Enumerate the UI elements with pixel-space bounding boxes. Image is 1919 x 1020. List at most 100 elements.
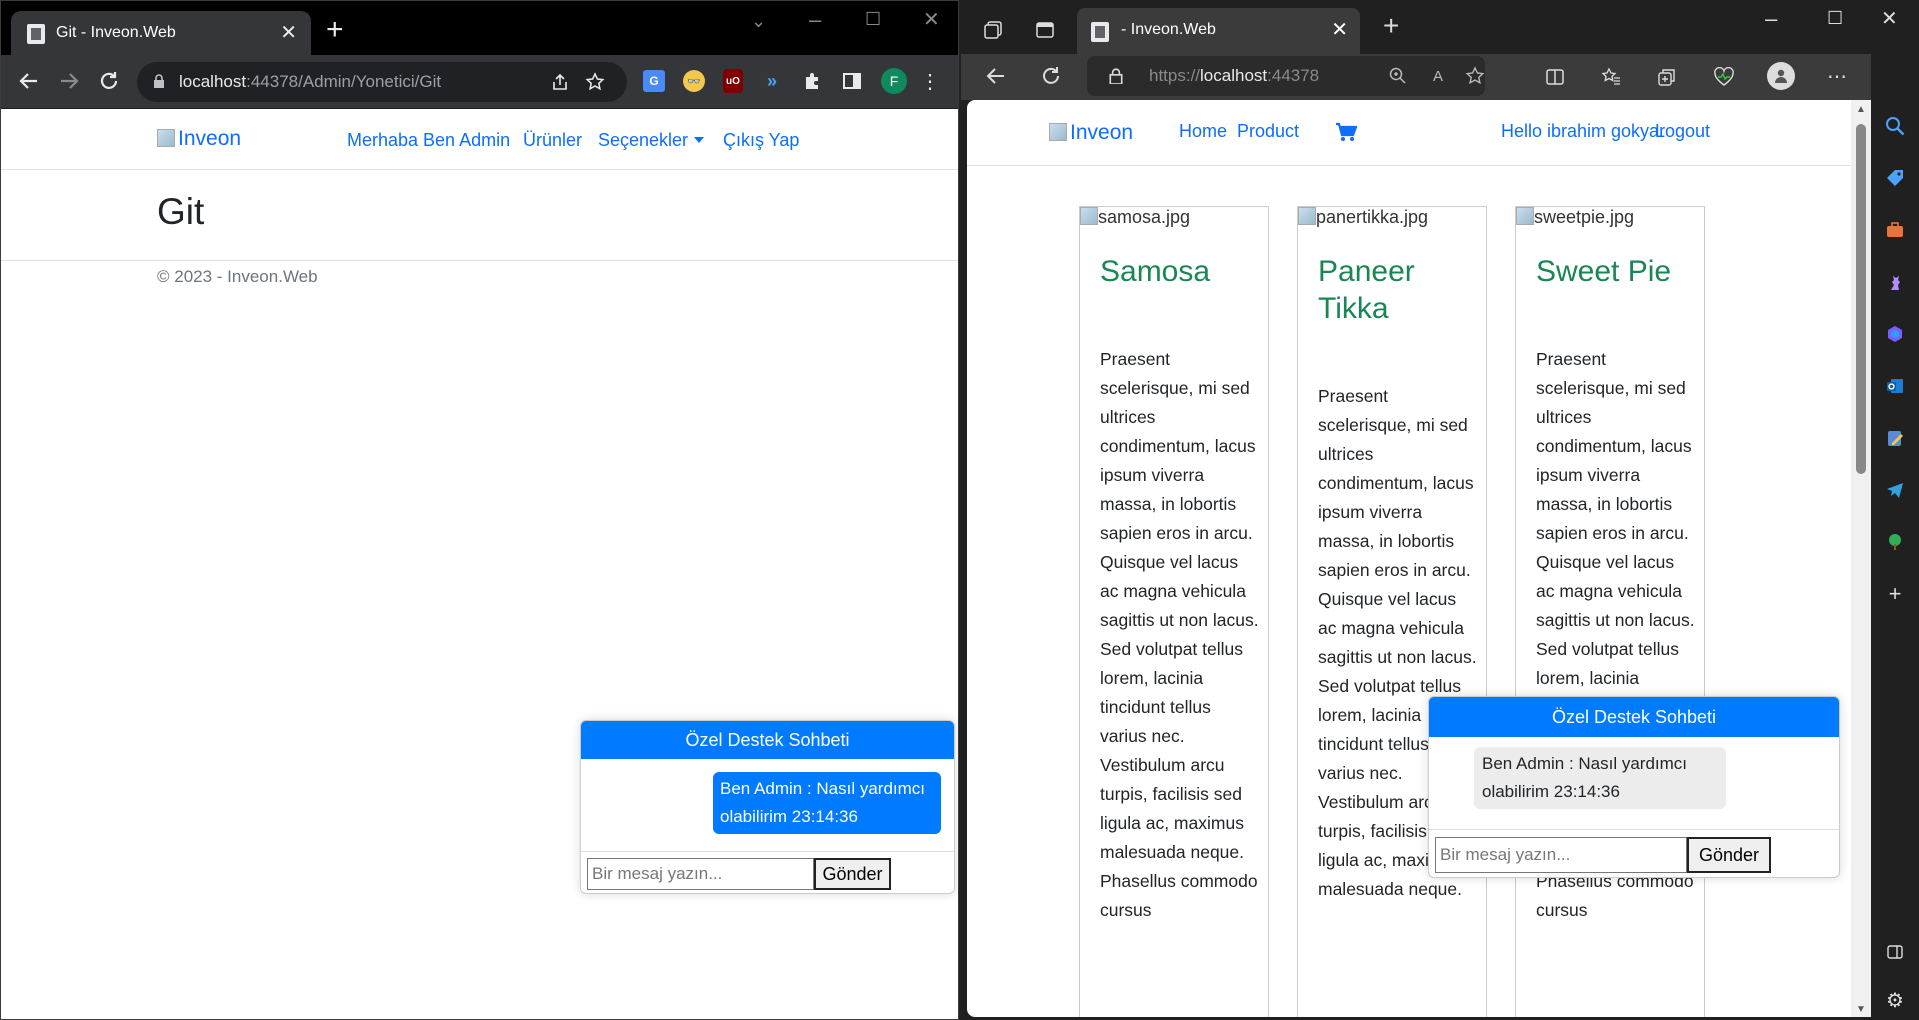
nav-home[interactable]: Home	[1179, 121, 1227, 142]
sidebar-settings-gear-icon[interactable]: ⚙	[1883, 988, 1907, 1012]
games-chess-icon[interactable]	[1883, 270, 1907, 294]
chat-message: Ben Admin : Nasıl yardımcı olabilirim 23…	[1474, 747, 1726, 809]
chat-header: Özel Destek Sohbeti	[581, 721, 954, 759]
browser-essentials-icon[interactable]	[1713, 67, 1735, 87]
address-bar[interactable]: localhost:44378/Admin/Yonetici/Git	[137, 62, 627, 102]
chat-header: Özel Destek Sohbeti	[1429, 697, 1839, 737]
nav-product[interactable]: Product	[1237, 121, 1299, 142]
new-tab-button[interactable]: +	[326, 13, 344, 47]
left-browser-window: Git - Inveon.Web ✕ + ⌄ – ☐ ✕ localhost:4…	[0, 0, 959, 1020]
chat-send-button[interactable]: Gönder	[814, 858, 891, 890]
right-page-content: Inveon Home Product Hello ibrahim gokyar…	[967, 100, 1851, 1017]
support-chat-widget: Özel Destek Sohbeti Ben Admin : Nasıl ya…	[1428, 696, 1840, 878]
new-tab-button[interactable]: +	[1383, 10, 1399, 42]
back-arrow-icon[interactable]	[18, 70, 40, 92]
tab-title: Git - Inveon.Web	[56, 24, 176, 41]
product-description: Praesent scelerisque, mi sed ultrices co…	[1100, 349, 1259, 920]
back-arrow-icon[interactable]	[985, 65, 1007, 87]
shopping-tag-icon[interactable]	[1883, 166, 1907, 190]
tools-briefcase-icon[interactable]	[1883, 218, 1907, 242]
right-browser-window: - Inveon.Web ✕ + – ☐ ✕ https://localhost…	[961, 0, 1919, 1020]
add-sidebar-app-icon[interactable]: +	[1883, 581, 1907, 606]
workspaces-icon[interactable]	[983, 20, 1003, 40]
drop-notes-icon[interactable]	[1883, 426, 1907, 450]
address-bar[interactable]: https://localhost:44378 A	[1087, 56, 1485, 96]
nav-logout[interactable]: Çıkış Yap	[723, 130, 799, 151]
page-favicon-icon	[1091, 22, 1109, 42]
search-icon[interactable]	[1883, 114, 1907, 138]
close-window-icon[interactable]: ✕	[1881, 6, 1898, 31]
brand-link[interactable]: Inveon	[1049, 121, 1133, 145]
tab-close-icon[interactable]: ✕	[1331, 17, 1348, 42]
chat-input-row: Gönder	[581, 851, 954, 893]
collections-icon[interactable]	[1657, 67, 1677, 87]
footer-copyright: © 2023 - Inveon.Web	[157, 267, 318, 286]
ublock-icon[interactable]: uO	[723, 69, 743, 93]
left-toolbar: localhost:44378/Admin/Yonetici/Git G 👓 u…	[1, 55, 958, 109]
extensions-puzzle-icon[interactable]	[802, 71, 822, 91]
scrollbar-thumb[interactable]	[1856, 124, 1866, 474]
address-url: https://localhost:44378	[1149, 66, 1320, 85]
nav-greeting-admin[interactable]: Merhaba Ben Admin	[347, 130, 510, 151]
nav-logout[interactable]: Logout	[1655, 121, 1710, 142]
settings-menu-icon[interactable]: ⋯	[1827, 64, 1847, 88]
right-browser-tab[interactable]: - Inveon.Web ✕	[1077, 8, 1360, 54]
chrome-menu-icon[interactable]: ⋮	[920, 68, 940, 94]
admin-navbar: Inveon Merhaba Ben Admin Ürünler Seçenek…	[1, 109, 958, 170]
maximize-icon[interactable]: ☐	[1827, 8, 1843, 29]
zoom-icon[interactable]	[1389, 67, 1407, 85]
bookmark-star-icon[interactable]	[585, 72, 605, 92]
edge-sidebar: + ⚙	[1871, 54, 1919, 1020]
vertical-tabs-icon[interactable]	[1035, 20, 1055, 40]
right-tab-strip: - Inveon.Web ✕ + – ☐ ✕	[961, 0, 1919, 54]
outlook-icon[interactable]	[1883, 374, 1907, 398]
tab-close-icon[interactable]: ✕	[280, 20, 297, 45]
chat-message-input[interactable]	[587, 858, 814, 890]
nav-options-dropdown[interactable]: Seçenekler	[598, 130, 705, 151]
favorite-star-icon[interactable]	[1465, 66, 1485, 86]
tab-title: - Inveon.Web	[1121, 21, 1216, 38]
left-browser-tab[interactable]: Git - Inveon.Web ✕	[11, 11, 311, 55]
profile-avatar[interactable]: F	[881, 68, 907, 94]
product-card: samosa.jpg Samosa Praesent scelerisque, …	[1079, 206, 1269, 1017]
minimize-icon[interactable]: –	[809, 7, 821, 33]
chat-message: Ben Admin : Nasıl yardımcı olabilirim 23…	[713, 772, 941, 834]
favorites-icon[interactable]	[1601, 67, 1621, 87]
maximize-icon[interactable]: ☐	[865, 9, 881, 30]
broken-logo-icon	[157, 129, 175, 147]
broken-image-icon	[1080, 207, 1098, 225]
vertical-scrollbar[interactable]: ▲ ▼	[1851, 100, 1871, 1017]
nav-greeting-user[interactable]: Hello ibrahim gokyar	[1501, 121, 1665, 142]
product-image-broken: samosa.jpg	[1080, 207, 1190, 228]
forward-arrow-icon[interactable]	[58, 70, 80, 92]
product-card: sweetpie.jpg Sweet Pie Praesent sceleris…	[1515, 206, 1705, 1017]
reload-icon[interactable]	[1040, 65, 1062, 87]
broken-image-icon	[1516, 207, 1534, 225]
profile-avatar[interactable]	[1767, 62, 1795, 90]
brand-link[interactable]: Inveon	[157, 127, 241, 151]
split-screen-icon[interactable]	[1545, 67, 1565, 87]
extension-face-icon[interactable]: 👓	[683, 70, 705, 92]
microsoft-365-icon[interactable]	[1883, 322, 1907, 346]
hide-sidebar-icon[interactable]	[1883, 940, 1907, 964]
close-window-icon[interactable]: ✕	[923, 7, 940, 32]
nav-products[interactable]: Ürünler	[523, 130, 582, 151]
scroll-down-arrow-icon[interactable]: ▼	[1856, 1004, 1866, 1015]
left-page-content: Inveon Merhaba Ben Admin Ürünler Seçenek…	[1, 109, 958, 1019]
right-toolbar: https://localhost:44378 A ⋯	[961, 54, 1919, 100]
shopping-cart-icon[interactable]	[1335, 122, 1357, 142]
broken-logo-icon	[1049, 123, 1067, 141]
chat-message-input[interactable]	[1435, 837, 1687, 873]
google-translate-icon[interactable]: G	[643, 70, 665, 92]
share-icon[interactable]	[551, 73, 569, 91]
side-panel-icon[interactable]	[842, 71, 862, 91]
audio-extension-icon[interactable]: »	[761, 69, 783, 93]
read-aloud-icon[interactable]: A	[1427, 66, 1449, 86]
tab-search-chevron-icon[interactable]: ⌄	[751, 11, 766, 32]
scroll-up-arrow-icon[interactable]: ▲	[1856, 104, 1866, 115]
minimize-icon[interactable]: –	[1765, 6, 1777, 32]
reload-icon[interactable]	[98, 70, 120, 92]
tree-extension-icon[interactable]	[1883, 530, 1907, 554]
chat-send-button[interactable]: Gönder	[1687, 837, 1771, 873]
send-telegram-icon[interactable]	[1883, 478, 1907, 502]
